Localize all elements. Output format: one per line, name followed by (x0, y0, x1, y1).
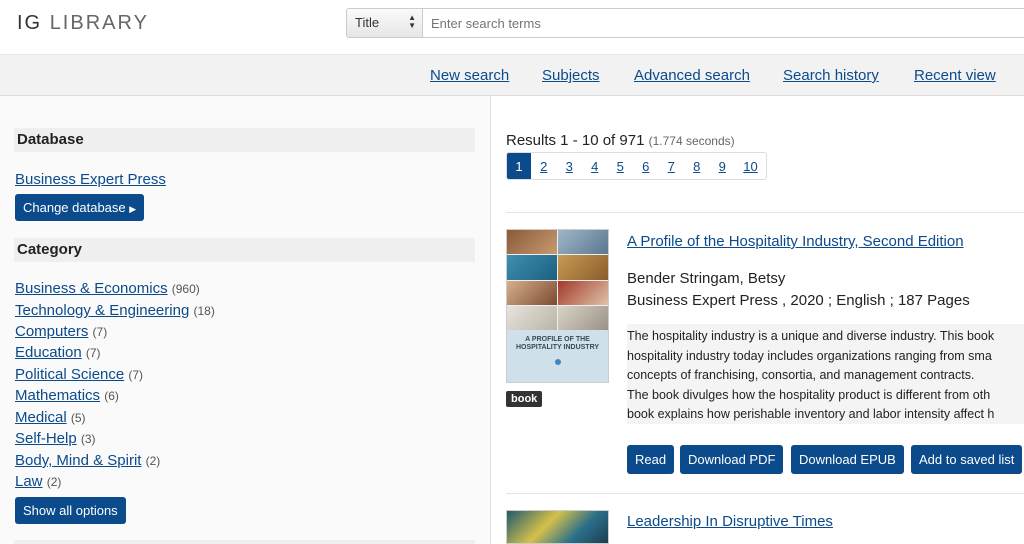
caret-right-icon: ▶ (129, 204, 137, 214)
cover-logo-icon (554, 359, 561, 365)
category-count: (6) (104, 389, 119, 403)
category-item: Political Science (7) (15, 366, 143, 383)
category-link-political-science[interactable]: Political Science (15, 366, 124, 383)
results-time: (1.774 seconds) (648, 134, 735, 148)
abstract-line: concepts of franchising, consortia, and … (627, 368, 975, 382)
results-count: Results 1 - 10 of 971 (506, 132, 645, 149)
page-2[interactable]: 2 (531, 153, 557, 179)
show-all-options-button[interactable]: Show all options (15, 497, 126, 524)
category-link-medical[interactable]: Medical (15, 409, 67, 426)
cover-title: A PROFILE OF THE HOSPITALITY INDUSTRY (515, 336, 600, 351)
main-content: Database Business Expert Press Change da… (0, 96, 1024, 544)
book-cover-2[interactable] (506, 510, 609, 544)
abstract-line: book explains how perishable inventory a… (627, 407, 995, 421)
page-6[interactable]: 6 (633, 153, 659, 179)
cover-title-area: A PROFILE OF THE HOSPITALITY INDUSTRY (507, 330, 608, 382)
pagination: 1 2 3 4 5 6 7 8 9 10 (506, 152, 767, 180)
search-field-value: Title (355, 15, 380, 30)
result-title-2[interactable]: Leadership In Disruptive Times (627, 513, 833, 530)
category-link-law[interactable]: Law (15, 473, 43, 490)
result-author: Bender Stringam, Betsy (627, 270, 786, 287)
next-facet-heading (14, 540, 475, 544)
category-item: Body, Mind & Spirit (2) (15, 452, 160, 469)
category-count: (3) (80, 432, 96, 446)
category-count: (7) (128, 368, 144, 382)
nav-new-search[interactable]: New search (430, 67, 509, 84)
results-summary: Results 1 - 10 of 971 (1.774 seconds) (506, 132, 735, 149)
result-title-1[interactable]: A Profile of the Hospitality Industry, S… (627, 233, 964, 250)
category-item: Mathematics (6) (15, 387, 119, 404)
category-link-technology-engineering[interactable]: Technology & Engineering (15, 302, 189, 319)
category-item: Medical (5) (15, 409, 86, 426)
category-item: Education (7) (15, 344, 101, 361)
result-pubinfo: Business Expert Press , 2020 ; English ;… (627, 292, 970, 309)
database-heading: Database (14, 128, 475, 152)
abstract-line: hospitality industry today includes orga… (627, 348, 992, 363)
abstract-line: The hospitality industry is a unique and… (627, 329, 995, 343)
page-1[interactable]: 1 (507, 153, 531, 179)
category-count: (7) (85, 346, 101, 360)
change-database-label: Change database (23, 200, 126, 215)
abstract-line: The book divulges how the hospitality pr… (627, 387, 991, 402)
category-heading: Category (14, 238, 475, 262)
page-8[interactable]: 8 (684, 153, 710, 179)
results-panel: Results 1 - 10 of 971 (1.774 seconds) 1 … (491, 96, 1024, 544)
facet-sidebar: Database Business Expert Press Change da… (0, 96, 490, 544)
category-count: (2) (145, 454, 161, 468)
category-count: (5) (70, 411, 86, 425)
category-item: Law (2) (15, 473, 61, 490)
result-abstract: The hospitality industry is a unique and… (627, 324, 1024, 424)
category-count: (2) (46, 475, 62, 489)
category-item: Technology & Engineering (18) (15, 302, 215, 319)
page-10[interactable]: 10 (735, 153, 766, 179)
results-divider (506, 212, 1024, 213)
page-4[interactable]: 4 (582, 153, 608, 179)
nav-bar: New search Subjects Advanced search Sear… (0, 54, 1024, 96)
page-3[interactable]: 3 (557, 153, 583, 179)
site-logo[interactable]: IG LIBRARY (17, 12, 149, 35)
category-link-self-help[interactable]: Self-Help (15, 430, 77, 447)
results-divider (506, 493, 1024, 494)
nav-subjects[interactable]: Subjects (542, 67, 600, 84)
nav-recent-view[interactable]: Recent view (914, 67, 996, 84)
category-link-mathematics[interactable]: Mathematics (15, 387, 100, 404)
logo-part1: IG (17, 12, 43, 34)
change-database-button[interactable]: Change database ▶ (15, 194, 145, 221)
add-to-saved-list-button[interactable]: Add to saved list (911, 445, 1023, 474)
nav-search-history[interactable]: Search history (783, 67, 879, 84)
page-7[interactable]: 7 (659, 153, 685, 179)
category-count: (18) (193, 304, 215, 318)
category-item: Business & Economics (960) (15, 280, 200, 297)
category-link-education[interactable]: Education (15, 344, 82, 361)
page-9[interactable]: 9 (710, 153, 736, 179)
category-link-computers[interactable]: Computers (15, 323, 88, 340)
top-bar: IG LIBRARY Title ▲ ▼ (0, 0, 1024, 50)
book-cover-1[interactable]: A PROFILE OF THE HOSPITALITY INDUSTRY (506, 229, 609, 383)
category-item: Self-Help (3) (15, 430, 96, 447)
page-5[interactable]: 5 (608, 153, 634, 179)
category-count: (7) (92, 325, 108, 339)
cover-photo-grid (507, 230, 608, 330)
select-arrows-icon: ▲ ▼ (408, 13, 416, 30)
search-field-select[interactable]: Title ▲ ▼ (346, 8, 422, 38)
read-button[interactable]: Read (627, 445, 675, 474)
database-link[interactable]: Business Expert Press (15, 171, 166, 188)
category-link-business-economics[interactable]: Business & Economics (15, 280, 168, 297)
search-input[interactable] (422, 8, 1024, 38)
logo-part2: LIBRARY (49, 12, 149, 34)
download-pdf-button[interactable]: Download PDF (680, 445, 784, 474)
type-badge: book (506, 391, 543, 407)
download-epub-button[interactable]: Download EPUB (791, 445, 904, 474)
search-bar: Title ▲ ▼ (346, 8, 1024, 38)
category-item: Computers (7) (15, 323, 107, 340)
category-count: (960) (171, 282, 200, 296)
nav-advanced-search[interactable]: Advanced search (634, 67, 750, 84)
category-link-body-mind-spirit[interactable]: Body, Mind & Spirit (15, 452, 141, 469)
